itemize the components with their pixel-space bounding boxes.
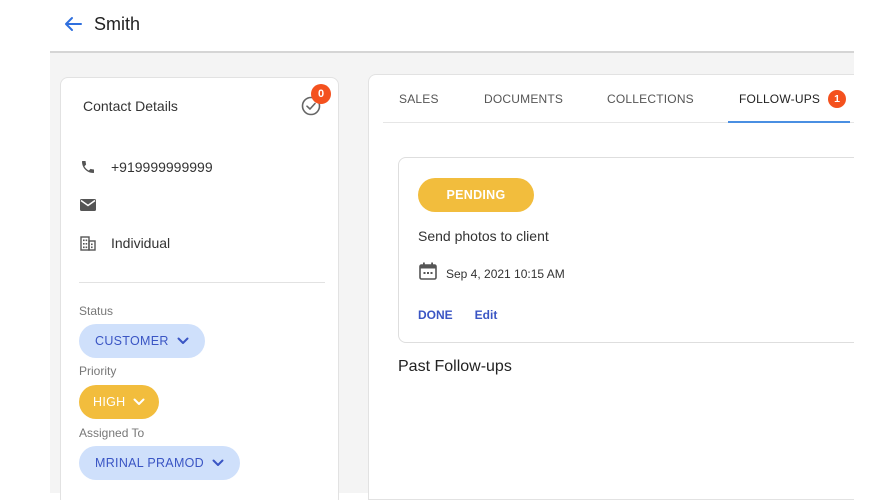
building-icon [79,234,97,252]
follow-up-card: PENDING Send photos to client Sep 4, 202… [398,157,854,343]
contact-type-row: Individual [79,234,170,252]
done-button[interactable]: DONE [418,308,453,322]
active-tab-indicator [728,121,850,123]
assigned-to-dropdown[interactable]: MRINAL PRAMOD [79,446,241,480]
detail-panel: SALES DOCUMENTS COLLECTIONS FOLLOW-UPS 1… [368,74,854,500]
priority-dropdown[interactable]: HIGH [79,385,160,419]
status-value: CUSTOMER [95,334,169,348]
tab-follow-ups-label: FOLLOW-UPS [739,92,821,106]
tab-bar: SALES DOCUMENTS COLLECTIONS FOLLOW-UPS 1 [383,75,854,123]
card-divider [79,282,325,283]
contact-details-card: Contact Details 0 +919999999999 Individu… [60,77,339,500]
tab-documents[interactable]: DOCUMENTS [484,75,563,123]
follow-up-actions: DONE Edit [418,308,497,322]
status-dropdown[interactable]: CUSTOMER [79,324,205,358]
contact-type: Individual [111,235,171,251]
follow-up-datetime: Sep 4, 2021 10:15 AM [446,266,565,281]
follow-ups-count-badge: 1 [828,90,847,108]
assigned-to-label: Assigned To [79,426,145,440]
follow-up-description: Send photos to client [418,228,549,244]
chevron-down-icon [133,396,145,408]
phone-number: +919999999999 [111,159,213,175]
email-row[interactable] [79,196,111,214]
priority-value: HIGH [93,395,126,409]
status-label: Status [79,304,114,318]
chevron-down-icon [177,335,189,347]
page-title: Smith [94,13,141,34]
phone-icon [79,158,97,176]
follow-up-datetime-row: Sep 4, 2021 10:15 AM [418,262,565,285]
chevron-down-icon [212,457,224,469]
contact-details-title: Contact Details [83,98,178,114]
tab-sales[interactable]: SALES [399,75,439,123]
page-header: Smith [64,12,140,36]
tab-follow-ups[interactable]: FOLLOW-UPS 1 [739,75,847,123]
edit-button[interactable]: Edit [475,308,498,322]
assigned-to-value: MRINAL PRAMOD [95,456,205,470]
calendar-icon [418,262,438,285]
past-follow-ups-heading: Past Follow-ups [398,358,512,375]
phone-row[interactable]: +919999999999 [79,158,213,176]
arrow-left-icon[interactable] [64,14,90,34]
follow-up-status-chip: PENDING [418,178,534,212]
tasks-count-badge: 0 [311,84,331,104]
email-icon [79,196,97,214]
priority-label: Priority [79,364,117,378]
tab-collections[interactable]: COLLECTIONS [607,75,694,123]
